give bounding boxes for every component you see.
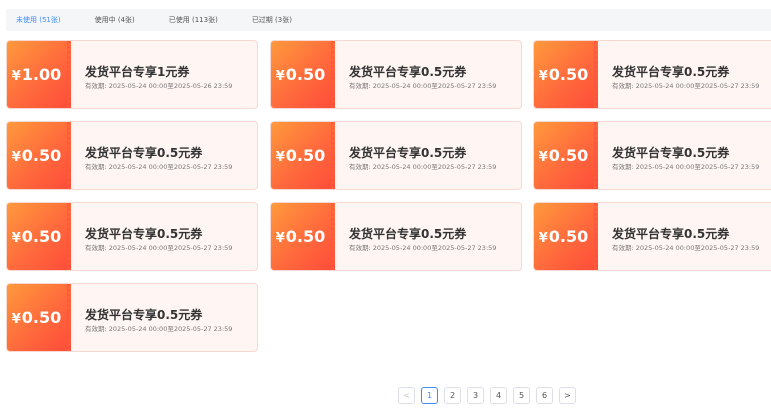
coupon-validity: 有效期: 2025-05-24 00:00至2025-05-27 23:59 <box>85 244 233 252</box>
serrated-edge <box>67 284 71 351</box>
coupon-validity: 有效期: 2025-05-24 00:00至2025-05-27 23:59 <box>349 244 497 252</box>
coupon-validity: 有效期: 2025-05-24 00:00至2025-05-27 23:59 <box>349 163 497 171</box>
coupon-title: 发货平台专享0.5元券 <box>612 146 730 160</box>
coupon-validity: 有效期: 2025-05-24 00:00至2025-05-27 23:59 <box>85 163 233 171</box>
coupon-validity: 有效期: 2025-05-24 00:00至2025-05-27 23:59 <box>612 163 760 171</box>
coupon-title: 发货平台专享0.5元券 <box>85 308 203 322</box>
coupon-amount: ¥1.00 <box>12 65 62 84</box>
coupon-amount-value: 0.50 <box>21 227 62 246</box>
coupon-amount-panel: ¥0.50 <box>271 203 335 270</box>
next-page-button[interactable]: > <box>559 387 576 404</box>
coupon-amount-value: 0.50 <box>285 65 326 84</box>
coupon-amount-panel: ¥1.00 <box>7 41 71 108</box>
coupon-amount: ¥0.50 <box>276 227 326 246</box>
coupon-card[interactable]: ¥0.50 发货平台专享0.5元券有效期: 2025-05-24 00:00至20… <box>270 202 522 271</box>
coupon-amount-panel: ¥0.50 <box>271 41 335 108</box>
coupon-amount-panel: ¥0.50 <box>7 122 71 189</box>
currency-symbol: ¥ <box>275 150 285 165</box>
page-button-1[interactable]: 1 <box>421 387 438 404</box>
tab-unused[interactable]: 未使用 (51张) <box>16 15 61 25</box>
serrated-edge <box>331 203 335 270</box>
coupon-amount: ¥0.50 <box>12 146 62 165</box>
tab-in-use[interactable]: 使用中 (4张) <box>95 15 135 25</box>
coupon-amount: ¥0.50 <box>539 146 589 165</box>
coupon-card[interactable]: ¥0.50 发货平台专享0.5元券有效期: 2025-05-24 00:00至20… <box>533 40 771 109</box>
coupon-amount-panel: ¥0.50 <box>534 122 598 189</box>
coupon-amount: ¥0.50 <box>276 65 326 84</box>
currency-symbol: ¥ <box>538 231 548 246</box>
currency-symbol: ¥ <box>275 69 285 84</box>
coupon-card[interactable]: ¥0.50 发货平台专享0.5元券有效期: 2025-05-24 00:00至20… <box>270 121 522 190</box>
coupon-status-tabs: 未使用 (51张) 使用中 (4张) 已使用 (113张) 已过期 (3张) <box>6 9 771 31</box>
currency-symbol: ¥ <box>11 312 21 327</box>
serrated-edge <box>594 122 598 189</box>
coupon-amount: ¥0.50 <box>12 308 62 327</box>
coupon-card[interactable]: ¥1.00 发货平台专享1元券有效期: 2025-05-24 00:00至2025… <box>6 40 258 109</box>
coupon-amount-panel: ¥0.50 <box>271 122 335 189</box>
tab-expired[interactable]: 已过期 (3张) <box>252 15 292 25</box>
coupon-amount-value: 0.50 <box>548 146 589 165</box>
serrated-edge <box>594 203 598 270</box>
serrated-edge <box>67 203 71 270</box>
coupon-amount-panel: ¥0.50 <box>7 284 71 351</box>
coupon-amount-value: 1.00 <box>21 65 62 84</box>
coupon-amount-panel: ¥0.50 <box>534 41 598 108</box>
page-button-6[interactable]: 6 <box>536 387 553 404</box>
pagination: < 1 2 3 4 5 6 > <box>398 387 582 404</box>
currency-symbol: ¥ <box>11 69 21 84</box>
serrated-edge <box>67 41 71 108</box>
coupon-amount-value: 0.50 <box>21 146 62 165</box>
coupon-amount-panel: ¥0.50 <box>534 203 598 270</box>
coupon-validity: 有效期: 2025-05-24 00:00至2025-05-27 23:59 <box>85 325 233 333</box>
coupon-validity: 有效期: 2025-05-24 00:00至2025-05-26 23:59 <box>85 82 233 90</box>
currency-symbol: ¥ <box>275 231 285 246</box>
coupon-card[interactable]: ¥0.50 发货平台专享0.5元券有效期: 2025-05-24 00:00至20… <box>533 121 771 190</box>
coupon-amount: ¥0.50 <box>539 227 589 246</box>
currency-symbol: ¥ <box>11 150 21 165</box>
coupon-validity: 有效期: 2025-05-24 00:00至2025-05-27 23:59 <box>612 244 760 252</box>
coupon-amount: ¥0.50 <box>539 65 589 84</box>
currency-symbol: ¥ <box>538 150 548 165</box>
coupon-card[interactable]: ¥0.50 发货平台专享0.5元券有效期: 2025-05-24 00:00至20… <box>6 202 258 271</box>
coupon-card[interactable]: ¥0.50 发货平台专享0.5元券有效期: 2025-05-24 00:00至20… <box>533 202 771 271</box>
coupon-title: 发货平台专享0.5元券 <box>349 227 467 241</box>
serrated-edge <box>67 122 71 189</box>
coupon-validity: 有效期: 2025-05-24 00:00至2025-05-27 23:59 <box>612 82 760 90</box>
coupon-amount: ¥0.50 <box>276 146 326 165</box>
coupon-title: 发货平台专享0.5元券 <box>612 227 730 241</box>
coupon-amount: ¥0.50 <box>12 227 62 246</box>
coupon-card[interactable]: ¥0.50 发货平台专享0.5元券有效期: 2025-05-24 00:00至20… <box>6 121 258 190</box>
coupon-card[interactable]: ¥0.50 发货平台专享0.5元券有效期: 2025-05-24 00:00至20… <box>270 40 522 109</box>
coupon-amount-value: 0.50 <box>285 146 326 165</box>
coupon-amount-value: 0.50 <box>548 227 589 246</box>
currency-symbol: ¥ <box>538 69 548 84</box>
coupon-title: 发货平台专享0.5元券 <box>85 227 203 241</box>
page-button-2[interactable]: 2 <box>444 387 461 404</box>
serrated-edge <box>594 41 598 108</box>
prev-page-button[interactable]: < <box>398 387 415 404</box>
coupon-title: 发货平台专享0.5元券 <box>349 65 467 79</box>
coupon-card[interactable]: ¥0.50 发货平台专享0.5元券有效期: 2025-05-24 00:00至20… <box>6 283 258 352</box>
coupon-validity: 有效期: 2025-05-24 00:00至2025-05-27 23:59 <box>349 82 497 90</box>
page-button-3[interactable]: 3 <box>467 387 484 404</box>
coupon-amount-value: 0.50 <box>548 65 589 84</box>
coupon-title: 发货平台专享0.5元券 <box>349 146 467 160</box>
serrated-edge <box>331 41 335 108</box>
page-button-4[interactable]: 4 <box>490 387 507 404</box>
serrated-edge <box>331 122 335 189</box>
coupon-amount-panel: ¥0.50 <box>7 203 71 270</box>
coupon-title: 发货平台专享1元券 <box>85 65 190 79</box>
currency-symbol: ¥ <box>11 231 21 246</box>
tab-used[interactable]: 已使用 (113张) <box>169 15 218 25</box>
page-button-5[interactable]: 5 <box>513 387 530 404</box>
coupon-amount-value: 0.50 <box>285 227 326 246</box>
coupon-title: 发货平台专享0.5元券 <box>612 65 730 79</box>
coupon-title: 发货平台专享0.5元券 <box>85 146 203 160</box>
coupon-amount-value: 0.50 <box>21 308 62 327</box>
